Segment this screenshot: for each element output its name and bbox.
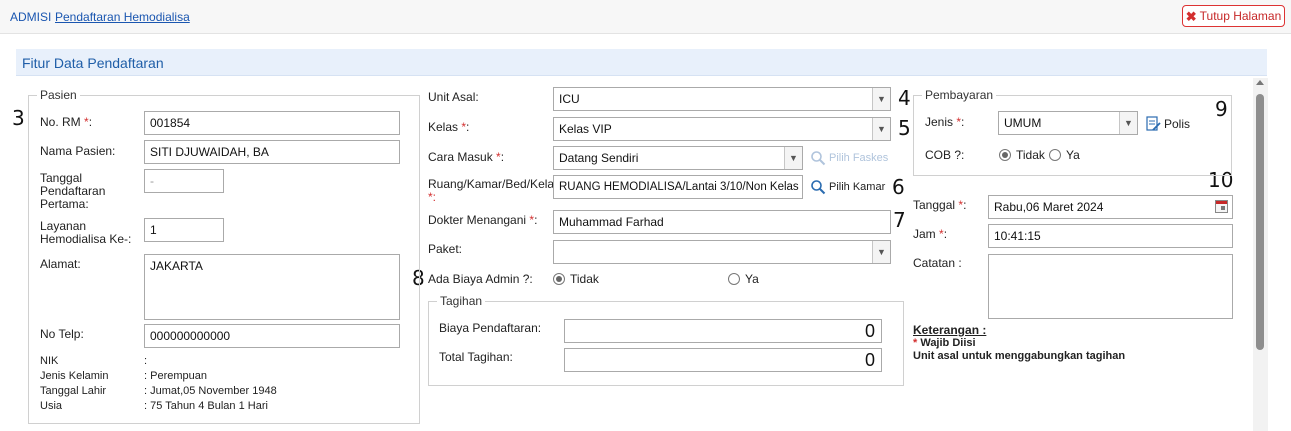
close-page-label: Tutup Halaman bbox=[1199, 9, 1282, 23]
admin-tidak-label: Tidak bbox=[570, 272, 599, 286]
ada-biaya-admin-label: Ada Biaya Admin ?: bbox=[428, 272, 533, 286]
chevron-down-icon[interactable]: ▼ bbox=[784, 147, 802, 169]
breadcrumb-admisi[interactable]: ADMISI bbox=[10, 10, 51, 24]
paket-select[interactable]: ▼ bbox=[553, 240, 891, 264]
jenis-kelamin-value: : Perempuan bbox=[144, 370, 207, 382]
kelas-select[interactable]: Kelas VIP ▼ bbox=[553, 117, 891, 141]
search-icon bbox=[811, 151, 826, 166]
marker-5: 5 bbox=[898, 116, 911, 140]
edit-document-icon bbox=[1146, 116, 1161, 131]
admin-tidak-radio[interactable] bbox=[553, 273, 565, 285]
cob-ya-label: Ya bbox=[1066, 148, 1080, 162]
alamat-label: Alamat: bbox=[40, 257, 81, 271]
cara-masuk-select[interactable]: Datang Sendiri ▼ bbox=[553, 146, 803, 170]
panel-title: Fitur Data Pendaftaran bbox=[22, 55, 164, 71]
chevron-down-icon[interactable]: ▼ bbox=[872, 88, 890, 110]
cob-tidak-radio[interactable] bbox=[999, 149, 1011, 161]
tanggal-label: Tanggal *: bbox=[913, 198, 967, 212]
pasien-legend: Pasien bbox=[40, 88, 77, 102]
no-telp-label: No Telp: bbox=[40, 327, 84, 341]
kelas-label: Kelas *: bbox=[428, 120, 470, 134]
layanan-hemodialisa-label: Layanan Hemodialisa Ke-: bbox=[40, 219, 132, 246]
marker-7: 7 bbox=[893, 208, 906, 232]
pilih-kamar-label: Pilih Kamar bbox=[829, 181, 886, 193]
polis-button[interactable]: Polis bbox=[1146, 116, 1190, 132]
pembayaran-legend: Pembayaran bbox=[925, 88, 994, 102]
calendar-icon[interactable] bbox=[1215, 200, 1228, 213]
close-icon: ✖ bbox=[1185, 8, 1197, 24]
biaya-pendaftaran-label: Biaya Pendaftaran: bbox=[439, 321, 542, 335]
cara-masuk-value: Datang Sendiri bbox=[559, 151, 639, 165]
pilih-faskes-button[interactable]: Pilih Faskes bbox=[810, 150, 888, 166]
tanggal-lahir-label: Tanggal Lahir bbox=[40, 385, 107, 397]
cara-masuk-label: Cara Masuk *: bbox=[428, 150, 505, 164]
tanggal-value: Rabu,06 Maret 2024 bbox=[994, 200, 1104, 214]
ruang-kamar-label: Ruang/Kamar/Bed/Kelas *: bbox=[428, 177, 561, 204]
unit-asal-value: ICU bbox=[559, 92, 580, 106]
unit-asal-select[interactable]: ICU ▼ bbox=[553, 87, 891, 111]
panel-header bbox=[16, 49, 1267, 76]
jenis-pembayaran-select[interactable]: UMUM ▼ bbox=[998, 111, 1138, 135]
no-telp-input[interactable]: 000000000000 bbox=[144, 324, 400, 348]
usia-label: Usia bbox=[40, 400, 63, 412]
tanggal-input[interactable]: Rabu,06 Maret 2024 bbox=[988, 195, 1233, 219]
scrollbar-thumb[interactable] bbox=[1256, 94, 1264, 350]
nik-value: : bbox=[144, 355, 148, 367]
marker-4: 4 bbox=[898, 86, 911, 110]
catatan-label: Catatan : bbox=[913, 256, 962, 270]
jam-label: Jam *: bbox=[913, 227, 948, 241]
breadcrumb-pendaftaran-hemodialisa[interactable]: Pendaftaran Hemodialisa bbox=[55, 10, 190, 24]
no-rm-label: No. RM *: bbox=[40, 115, 93, 129]
total-tagihan-label: Total Tagihan: bbox=[439, 350, 513, 364]
cob-label: COB ?: bbox=[925, 148, 965, 162]
nama-pasien-input[interactable]: SITI DJUWAIDAH, BA bbox=[144, 140, 400, 164]
tanggal-pendaftaran-pertama-input[interactable]: - bbox=[144, 169, 224, 193]
dokter-menangani-label: Dokter Menangani *: bbox=[428, 213, 538, 227]
nama-pasien-label: Nama Pasien: bbox=[40, 144, 116, 158]
tanggal-pendaftaran-pertama-label: Tanggal Pendaftaran Pertama: bbox=[40, 171, 106, 211]
jenis-pembayaran-label: Jenis *: bbox=[925, 115, 965, 129]
unit-asal-label: Unit Asal: bbox=[428, 90, 479, 104]
jenis-pembayaran-value: UMUM bbox=[1004, 116, 1042, 130]
nik-label: NIK bbox=[40, 355, 59, 367]
layanan-hemodialisa-input[interactable]: 1 bbox=[144, 218, 224, 242]
pilih-kamar-button[interactable]: Pilih Kamar bbox=[810, 179, 885, 195]
unit-asal-note: Unit asal untuk menggabungkan tagihan bbox=[913, 350, 1126, 362]
tanggal-lahir-value: : Jumat,05 November 1948 bbox=[144, 385, 277, 397]
ruang-kamar-input[interactable]: RUANG HEMODIALISA/Lantai 3/10/Non Kelas bbox=[553, 175, 803, 199]
marker-6: 6 bbox=[892, 175, 905, 199]
pilih-faskes-label: Pilih Faskes bbox=[829, 152, 889, 164]
kelas-value: Kelas VIP bbox=[559, 122, 612, 136]
marker-3: 3 bbox=[12, 106, 25, 130]
usia-value: : 75 Tahun 4 Bulan 1 Hari bbox=[144, 400, 268, 412]
biaya-pendaftaran-input[interactable]: 0 bbox=[564, 319, 882, 343]
wajib-diisi-note: * Wajib Diisi bbox=[913, 337, 976, 349]
catatan-textarea[interactable] bbox=[988, 254, 1233, 319]
chevron-down-icon[interactable]: ▼ bbox=[872, 118, 890, 140]
keterangan-label: Keterangan : bbox=[913, 323, 987, 337]
admin-ya-label: Ya bbox=[745, 272, 759, 286]
chevron-down-icon[interactable]: ▼ bbox=[872, 241, 890, 263]
polis-label: Polis bbox=[1164, 117, 1191, 131]
dokter-menangani-input[interactable]: Muhammad Farhad bbox=[553, 210, 891, 234]
total-tagihan-input[interactable]: 0 bbox=[564, 348, 882, 372]
alamat-textarea[interactable]: JAKARTA bbox=[144, 254, 400, 320]
chevron-down-icon[interactable]: ▼ bbox=[1119, 112, 1137, 134]
jenis-kelamin-label: Jenis Kelamin bbox=[40, 370, 109, 382]
admin-ya-radio[interactable] bbox=[728, 273, 740, 285]
close-page-button[interactable]: ✖ Tutup Halaman bbox=[1182, 5, 1285, 27]
no-rm-input[interactable]: 001854 bbox=[144, 111, 400, 135]
paket-label: Paket: bbox=[428, 242, 463, 256]
jam-input[interactable]: 10:41:15 bbox=[988, 224, 1233, 248]
cob-ya-radio[interactable] bbox=[1049, 149, 1061, 161]
tagihan-legend: Tagihan bbox=[440, 294, 483, 308]
search-icon bbox=[811, 180, 826, 195]
cob-tidak-label: Tidak bbox=[1016, 148, 1045, 162]
scroll-up-arrow-icon[interactable] bbox=[1256, 80, 1264, 85]
top-bar bbox=[0, 0, 1291, 34]
